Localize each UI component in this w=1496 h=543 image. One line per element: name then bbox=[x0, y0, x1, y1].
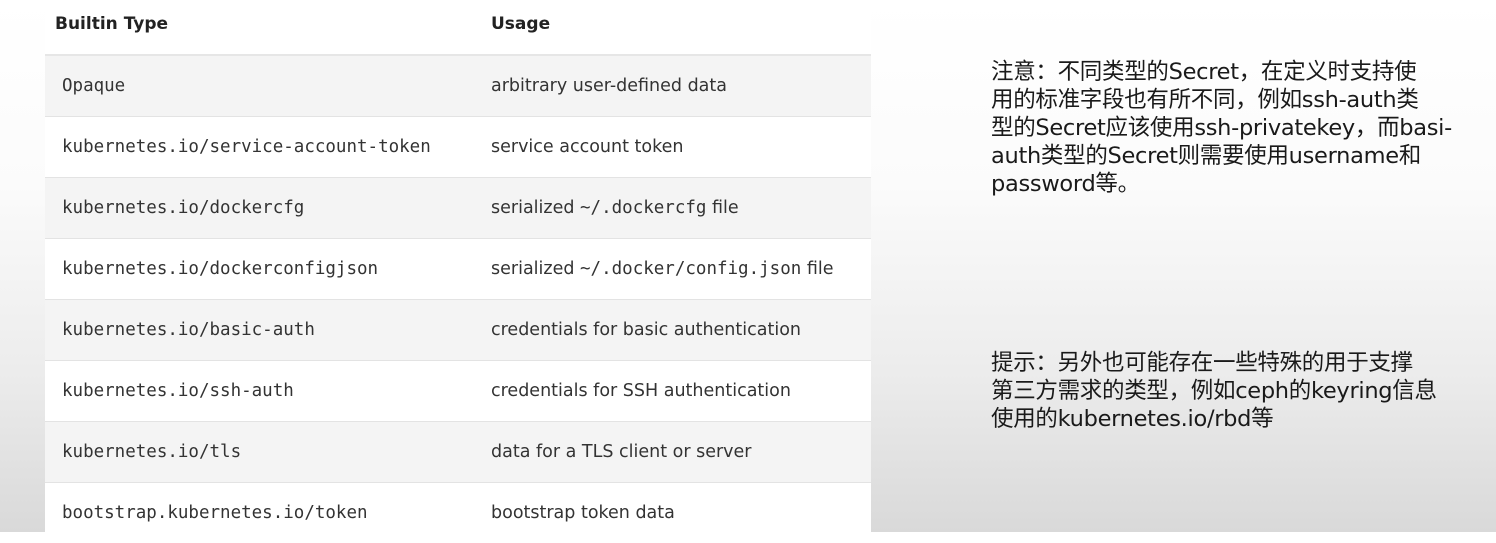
usage-cell: serialized ~/.dockercfg file bbox=[481, 178, 871, 239]
tip-third-party-types: 提示：另外也可能存在一些特殊的用于支撑 第三方需求的类型，例如ceph的keyr… bbox=[991, 349, 1486, 433]
note-line: auth类型的Secret则需要使用username和 bbox=[991, 142, 1486, 170]
table-row: kubernetes.io/dockerconfigjson serialize… bbox=[45, 239, 871, 300]
note-line: 型的Secret应该使用ssh-privatekey，而basi- bbox=[991, 114, 1486, 142]
usage-text: credentials for basic authentication bbox=[491, 320, 801, 340]
builtin-type-cell: kubernetes.io/ssh-auth bbox=[45, 361, 481, 422]
usage-text: serialized bbox=[491, 259, 580, 279]
usage-code-path: ~/.dockercfg bbox=[580, 198, 706, 218]
usage-cell: credentials for SSH authentication bbox=[481, 361, 871, 422]
usage-cell: data for a TLS client or server bbox=[481, 422, 871, 483]
table-row: Opaque arbitrary user-defined data bbox=[45, 55, 871, 117]
builtin-type-cell: kubernetes.io/service-account-token bbox=[45, 117, 481, 178]
note-line: 注意：不同类型的Secret，在定义时支持使 bbox=[991, 58, 1486, 86]
usage-code-path: ~/.docker/config.json bbox=[580, 259, 801, 279]
usage-cell: credentials for basic authentication bbox=[481, 300, 871, 361]
usage-text: bootstrap token data bbox=[491, 503, 675, 523]
column-header-builtin-type: Builtin Type bbox=[45, 0, 481, 55]
builtin-type-cell: kubernetes.io/dockercfg bbox=[45, 178, 481, 239]
note-secret-fields: 注意：不同类型的Secret，在定义时支持使 用的标准字段也有所不同，例如ssh… bbox=[991, 58, 1486, 198]
table-row: kubernetes.io/basic-auth credentials for… bbox=[45, 300, 871, 361]
usage-cell: serialized ~/.docker/config.json file bbox=[481, 239, 871, 300]
secret-types-table: Builtin Type Usage Opaque arbitrary user… bbox=[45, 0, 871, 543]
secret-types-table-container: Builtin Type Usage Opaque arbitrary user… bbox=[45, 0, 871, 521]
usage-text: credentials for SSH authentication bbox=[491, 381, 791, 401]
usage-cell: arbitrary user-defined data bbox=[481, 55, 871, 117]
table-row: bootstrap.kubernetes.io/token bootstrap … bbox=[45, 483, 871, 543]
table-row: kubernetes.io/dockercfg serialized ~/.do… bbox=[45, 178, 871, 239]
builtin-type-cell: kubernetes.io/tls bbox=[45, 422, 481, 483]
table-row: kubernetes.io/tls data for a TLS client … bbox=[45, 422, 871, 483]
table-row: kubernetes.io/ssh-auth credentials for S… bbox=[45, 361, 871, 422]
tip-line: 提示：另外也可能存在一些特殊的用于支撑 bbox=[991, 349, 1486, 377]
column-header-usage: Usage bbox=[481, 0, 871, 55]
usage-text: arbitrary user-defined data bbox=[491, 76, 727, 96]
usage-cell: service account token bbox=[481, 117, 871, 178]
table-row: kubernetes.io/service-account-token serv… bbox=[45, 117, 871, 178]
usage-text: data for a TLS client or server bbox=[491, 442, 752, 462]
usage-cell: bootstrap token data bbox=[481, 483, 871, 543]
note-line: 用的标准字段也有所不同，例如ssh-auth类 bbox=[991, 86, 1486, 114]
builtin-type-cell: Opaque bbox=[45, 55, 481, 117]
builtin-type-cell: kubernetes.io/dockerconfigjson bbox=[45, 239, 481, 300]
usage-text: file bbox=[706, 198, 738, 218]
usage-text: serialized bbox=[491, 198, 580, 218]
table-header-row: Builtin Type Usage bbox=[45, 0, 871, 55]
builtin-type-cell: bootstrap.kubernetes.io/token bbox=[45, 483, 481, 543]
usage-text: service account token bbox=[491, 137, 683, 157]
tip-line: 使用的kubernetes.io/rbd等 bbox=[991, 405, 1486, 433]
usage-text: file bbox=[801, 259, 833, 279]
tip-line: 第三方需求的类型，例如ceph的keyring信息 bbox=[991, 377, 1486, 405]
builtin-type-cell: kubernetes.io/basic-auth bbox=[45, 300, 481, 361]
note-line: password等。 bbox=[991, 170, 1486, 198]
